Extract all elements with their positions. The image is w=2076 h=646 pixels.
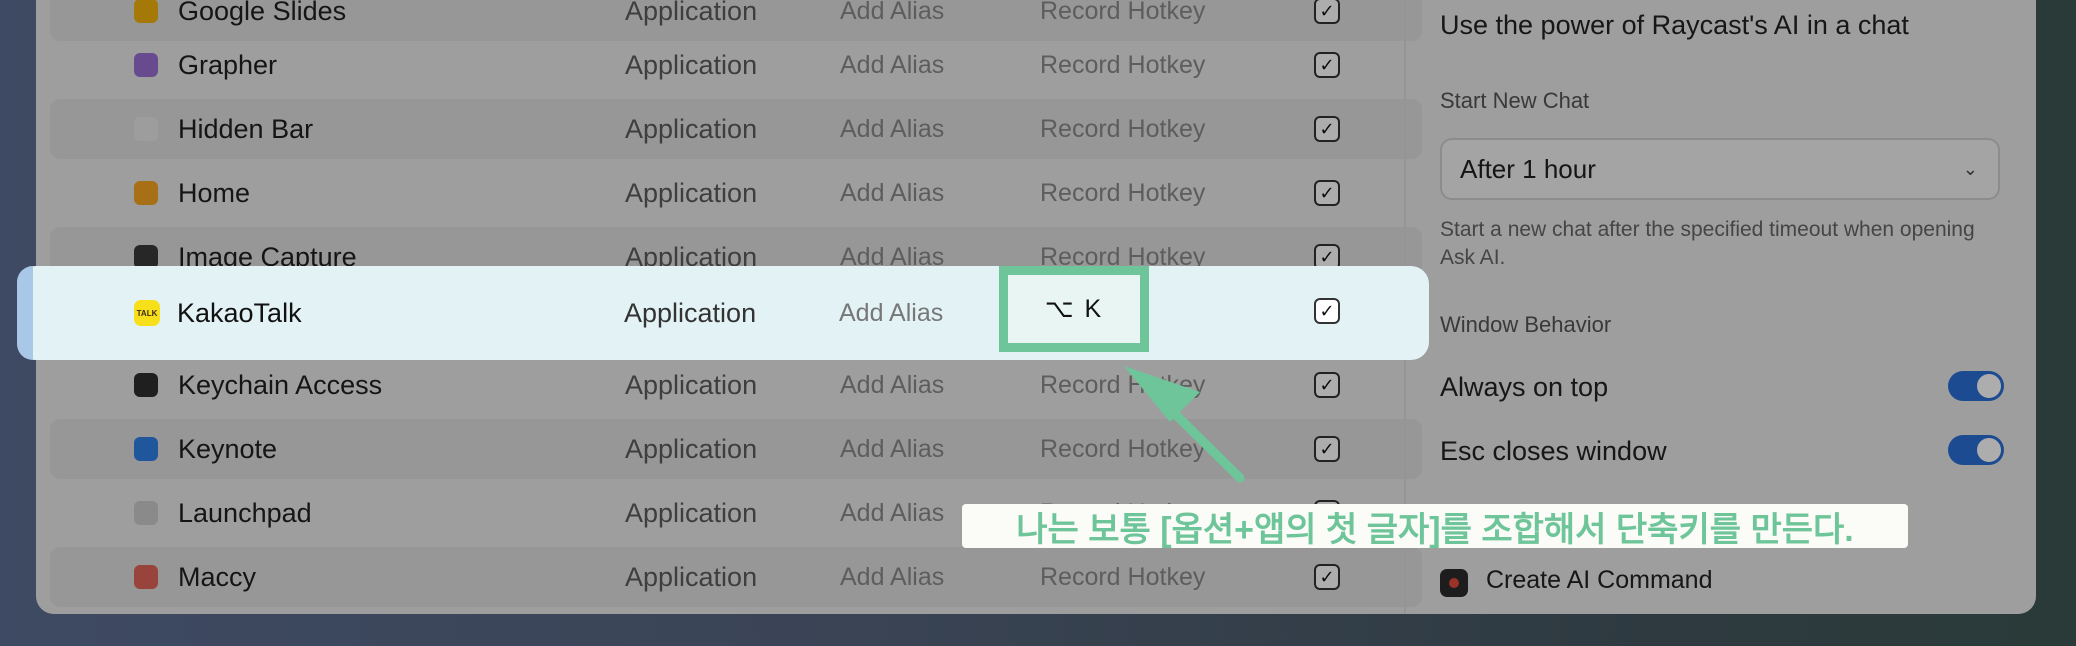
record-hotkey-button[interactable]: Record Hotkey xyxy=(1040,35,1205,95)
always-on-top-label: Always on top xyxy=(1440,372,1609,402)
row-type: Application xyxy=(625,497,758,528)
row-type: Application xyxy=(625,49,758,80)
google-slides-icon xyxy=(134,0,158,23)
start-new-chat-value: After 1 hour xyxy=(1460,153,1596,184)
keynote-icon xyxy=(134,437,158,461)
selection-bar xyxy=(17,266,33,360)
list-item[interactable]: Keychain Access Application Add Alias Recor… xyxy=(50,355,1422,415)
row-name: Grapher xyxy=(178,49,278,80)
add-alias-button[interactable]: Add Alias xyxy=(840,99,944,159)
enabled-checkbox[interactable]: ✓ xyxy=(1314,372,1340,398)
add-alias-button[interactable]: Add Alias xyxy=(840,35,944,95)
toggle-knob xyxy=(1977,438,2001,462)
launchpad-icon xyxy=(134,501,158,525)
toggle-knob xyxy=(1977,374,2001,398)
start-new-chat-label: Start New Chat xyxy=(1440,88,1590,113)
row-name: Hidden Bar xyxy=(178,113,314,144)
list-item[interactable]: Maccy Application Add Alias Record Hotkey ✓ xyxy=(50,547,1422,607)
add-alias-button[interactable]: Add Alias xyxy=(840,163,944,223)
home-icon xyxy=(134,181,158,205)
start-new-chat-select[interactable]: After 1 hour ⌄ xyxy=(1440,138,2000,200)
chevron-down-icon: ⌄ xyxy=(1962,158,1978,179)
add-alias-button[interactable]: Add Alias xyxy=(840,419,944,479)
row-name: Keynote xyxy=(178,433,278,464)
annotation-caption: 나는 보통 [옵션+앱의 첫 글자]를 조합해서 단축키를 만든다. xyxy=(962,504,1908,549)
enabled-checkbox[interactable]: ✓ xyxy=(1314,298,1340,324)
add-alias-button[interactable]: Add Alias xyxy=(840,483,944,543)
window-behavior-label: Window Behavior xyxy=(1440,312,1612,337)
record-hotkey-button[interactable]: Record Hotkey xyxy=(1040,355,1205,415)
grapher-icon xyxy=(134,53,158,77)
row-name: Maccy xyxy=(178,561,257,592)
start-new-chat-help: Start a new chat after the specified tim… xyxy=(1440,218,1975,269)
row-type: Application xyxy=(624,297,757,328)
panel-description: Use the power of Raycast's AI in a chat xyxy=(1440,10,1909,40)
row-name: KakaoTalk xyxy=(177,297,302,328)
list-item[interactable]: Keynote Application Add Alias Record Hotkey… xyxy=(50,419,1422,479)
row-type: Application xyxy=(625,369,758,400)
record-hotkey-button[interactable]: Record Hotkey xyxy=(1040,163,1205,223)
esc-closes-window-toggle[interactable] xyxy=(1948,435,2004,465)
record-hotkey-button[interactable]: Record Hotkey xyxy=(1040,99,1205,159)
enabled-checkbox[interactable]: ✓ xyxy=(1314,116,1340,142)
keychain-access-icon xyxy=(134,373,158,397)
row-type: Application xyxy=(625,561,758,592)
row-type: Application xyxy=(625,113,758,144)
enabled-checkbox[interactable]: ✓ xyxy=(1314,52,1340,78)
add-alias-button[interactable]: Add Alias xyxy=(840,547,944,607)
row-name: Home xyxy=(178,177,251,208)
esc-closes-window-label: Esc closes window xyxy=(1440,436,1667,466)
kakaotalk-icon: TALK xyxy=(134,300,160,326)
add-alias-button[interactable]: Add Alias xyxy=(839,266,943,360)
record-hotkey-button[interactable]: Record Hotkey xyxy=(1040,547,1205,607)
hotkey-field[interactable]: ⌥ K xyxy=(999,266,1149,352)
row-type: Application xyxy=(625,177,758,208)
row-name: Launchpad xyxy=(178,497,312,528)
row-name: Keychain Access xyxy=(178,369,383,400)
ai-command-icon xyxy=(1440,569,1468,597)
add-alias-button[interactable]: Add Alias xyxy=(840,355,944,415)
enabled-checkbox[interactable]: ✓ xyxy=(1314,180,1340,206)
enabled-checkbox[interactable]: ✓ xyxy=(1314,0,1340,24)
row-type: Application xyxy=(625,433,758,464)
list-item[interactable]: Hidden Bar Application Add Alias Record Hot… xyxy=(50,99,1422,159)
enabled-checkbox[interactable]: ✓ xyxy=(1314,436,1340,462)
record-hotkey-button[interactable]: Record Hotkey xyxy=(1040,419,1205,479)
enabled-checkbox[interactable]: ✓ xyxy=(1314,564,1340,590)
list-item[interactable]: Home Application Add Alias Record Hotkey ✓ xyxy=(50,163,1422,223)
hidden-bar-icon xyxy=(134,117,158,141)
always-on-top-toggle[interactable] xyxy=(1948,371,2004,401)
selected-row-kakaotalk[interactable]: TALK KakaoTalk Application Add Alias ⌥ K… xyxy=(17,266,1429,360)
create-ai-command-button[interactable]: Create AI Command xyxy=(1486,566,1713,595)
maccy-icon xyxy=(134,565,158,589)
list-item[interactable]: Grapher Application Add Alias Record Hotkey… xyxy=(50,35,1422,95)
